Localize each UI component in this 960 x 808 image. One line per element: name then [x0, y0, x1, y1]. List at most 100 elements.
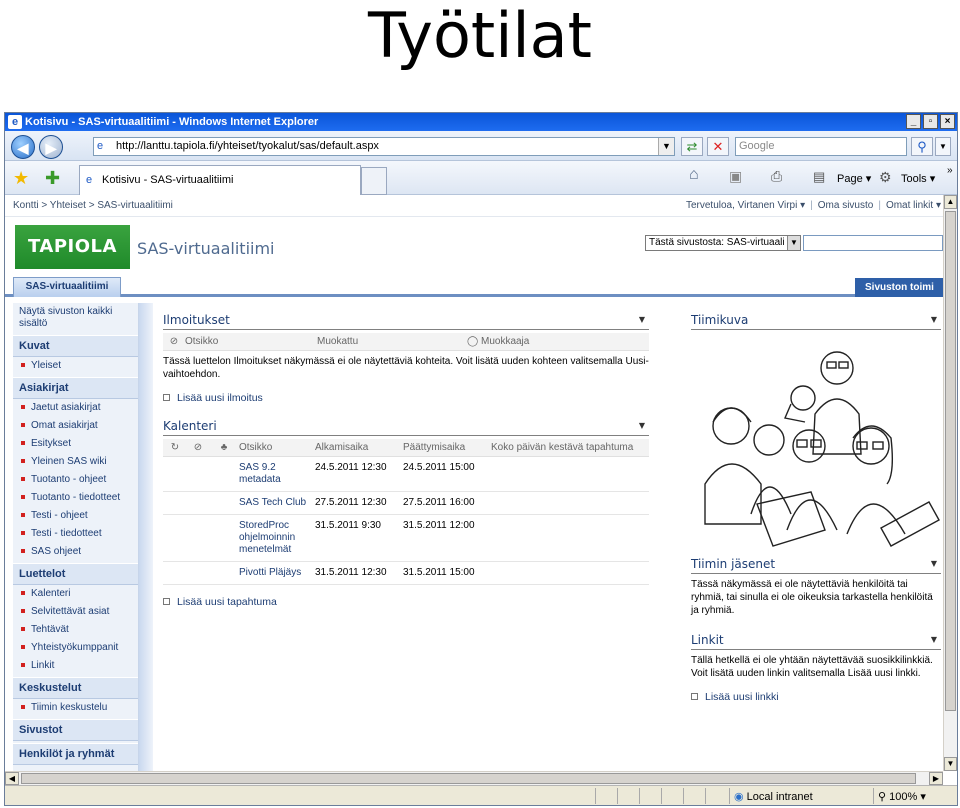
close-button[interactable]: × — [940, 114, 955, 129]
my-links-link[interactable]: Omat linkit — [886, 200, 933, 211]
col-otsikko[interactable]: Otsikko — [185, 333, 317, 350]
search-options-icon[interactable]: ▼ — [935, 137, 951, 156]
quicklaunch-item[interactable]: Esitykset — [13, 435, 138, 453]
tools-gear-icon[interactable]: ⚙ — [879, 169, 892, 185]
webpart-menu-icon[interactable]: ▼ — [931, 559, 937, 568]
scroll-up-icon[interactable]: ▲ — [944, 195, 957, 209]
event-title[interactable]: SAS 9.2 metadata — [239, 462, 315, 486]
back-button[interactable]: ◀ — [11, 135, 35, 159]
new-tab-button[interactable] — [361, 167, 387, 195]
tab-sas-virtuaalitiimi[interactable]: SAS-virtuaalitiimi — [13, 277, 121, 297]
site-title[interactable]: SAS-virtuaalitiimi — [137, 239, 275, 258]
quicklaunch-item[interactable]: Yhteistyökumppanit — [13, 639, 138, 657]
print-icon[interactable]: ⎙ — [771, 168, 782, 184]
calendar-row[interactable]: SAS 9.2 metadata 24.5.2011 12:30 24.5.2011… — [163, 457, 649, 492]
event-title[interactable]: Pivotti Pläjäys — [239, 567, 315, 579]
horizontal-scrollbar[interactable]: ◀ ▶ — [5, 771, 943, 785]
calendar-row[interactable]: Pivotti Pläjäys 31.5.2011 12:30 31.5.2011 … — [163, 562, 649, 585]
col-otsikko[interactable]: Otsikko — [239, 439, 315, 456]
quicklaunch-item[interactable]: Testi - ohjeet — [13, 507, 138, 525]
announcements-title[interactable]: Ilmoitukset ▼ — [163, 313, 649, 330]
webpart-menu-icon[interactable]: ▼ — [931, 315, 937, 324]
my-site-link[interactable]: Oma sivusto — [818, 200, 874, 211]
quicklaunch-item[interactable]: Jaetut asiakirjat — [13, 399, 138, 417]
quicklaunch-heading[interactable]: Kuvat — [13, 335, 138, 357]
security-zone[interactable]: ◉ Local intranet — [729, 788, 871, 804]
chevron-right-icon[interactable]: » — [947, 163, 953, 179]
search-icon[interactable]: ⚲ — [911, 137, 933, 156]
col-koko-paiva[interactable]: Koko päivän kestävä tapahtuma — [491, 439, 649, 456]
quicklaunch-heading[interactable]: Keskustelut — [13, 677, 138, 699]
members-title[interactable]: Tiimin jäsenet ▼ — [691, 557, 941, 574]
refresh-icon[interactable]: ⇄ — [681, 137, 703, 156]
add-link-link[interactable]: Lisää uusi linkki — [691, 690, 941, 704]
quicklaunch-heading[interactable]: Sivustot — [13, 719, 138, 741]
minimize-button[interactable]: _ — [906, 114, 921, 129]
tools-menu[interactable]: Tools ▾ — [901, 171, 935, 187]
calendar-title[interactable]: Kalenteri ▼ — [163, 419, 649, 436]
members-title-text: Tiimin jäsenet — [691, 557, 776, 571]
page-menu-icon[interactable]: ▤ — [813, 169, 825, 185]
browser-tab[interactable]: e Kotisivu - SAS-virtuaalitiimi — [79, 165, 361, 195]
quicklaunch-item-label: Yhteistyökumppanit — [31, 642, 119, 653]
zoom-control[interactable]: ⚲ 100% ▾ — [873, 788, 953, 804]
address-field[interactable]: e http://lanttu.tapiola.fi/yhteiset/tyok… — [93, 137, 675, 156]
favorites-star-icon[interactable]: ★ — [13, 169, 29, 187]
calendar-row[interactable]: StoredProc ohjelmoinnin menetelmät 31.5.2… — [163, 515, 649, 562]
col-alkamisaika[interactable]: Alkamisaika — [315, 439, 403, 456]
event-title[interactable]: SAS Tech Club — [239, 497, 315, 509]
vertical-scroll-thumb[interactable] — [945, 211, 956, 711]
quicklaunch-item[interactable]: Selvitettävät asiat — [13, 603, 138, 621]
scroll-right-icon[interactable]: ▶ — [929, 772, 943, 785]
col-paattymisaika[interactable]: Päättymisaika — [403, 439, 491, 456]
forward-button[interactable]: ▶ — [39, 135, 63, 159]
add-favorite-icon[interactable]: ✚ — [45, 169, 60, 187]
address-dropdown-icon[interactable]: ▼ — [658, 138, 674, 155]
quicklaunch-heading[interactable]: Luettelot — [13, 563, 138, 585]
horizontal-scroll-thumb[interactable] — [21, 773, 916, 784]
restore-button[interactable]: ▫ — [923, 114, 938, 129]
search-scope-select[interactable]: Tästä sivustosta: SAS-virtuaali ▼ — [645, 235, 801, 251]
add-announcement-link[interactable]: Lisää uusi ilmoitus — [163, 391, 649, 405]
scroll-down-icon[interactable]: ▼ — [944, 757, 957, 771]
quicklaunch-heading[interactable]: Asiakirjat — [13, 377, 138, 399]
quicklaunch-item[interactable]: Tuotanto - ohjeet — [13, 471, 138, 489]
tapiola-logo[interactable]: TAPIOLA — [15, 225, 130, 269]
quicklaunch-item[interactable]: Testi - tiedotteet — [13, 525, 138, 543]
webpart-menu-icon[interactable]: ▼ — [931, 635, 937, 644]
scope-dropdown-icon[interactable]: ▼ — [787, 236, 800, 250]
quicklaunch-item[interactable]: Tiimin keskustelu — [13, 699, 138, 717]
site-actions-menu[interactable]: Sivuston toimi — [855, 278, 943, 297]
quicklaunch-item[interactable]: Linkit — [13, 657, 138, 675]
col-muokkaaja[interactable]: ◯ Muokkaaja — [467, 333, 617, 350]
search-input[interactable]: Google — [735, 137, 907, 156]
quicklaunch-item[interactable]: SAS ohjeet — [13, 543, 138, 561]
col-muokattu[interactable]: Muokattu — [317, 333, 467, 350]
calendar-row[interactable]: SAS Tech Club 27.5.2011 12:30 27.5.2011 16… — [163, 492, 649, 515]
site-search-input[interactable] — [803, 235, 943, 251]
vertical-scrollbar[interactable]: ▲ ▼ — [943, 195, 957, 771]
quicklaunch-item[interactable]: Tuotanto - tiedotteet — [13, 489, 138, 507]
event-title[interactable]: StoredProc ohjelmoinnin menetelmät — [239, 520, 315, 556]
scroll-left-icon[interactable]: ◀ — [5, 772, 19, 785]
links-title[interactable]: Linkit ▼ — [691, 633, 941, 650]
team-image-title[interactable]: Tiimikuva ▼ — [691, 313, 941, 330]
stop-icon[interactable]: ✕ — [707, 137, 729, 156]
home-icon[interactable]: ⌂ — [689, 167, 699, 183]
quicklaunch-item-label: SAS ohjeet — [31, 546, 82, 557]
status-divider — [595, 788, 596, 804]
welcome-user[interactable]: Tervetuloa, Virtanen Virpi — [686, 200, 797, 211]
quicklaunch-item[interactable]: Yleinen SAS wiki — [13, 453, 138, 471]
quicklaunch-item[interactable]: Omat asiakirjat — [13, 417, 138, 435]
feeds-icon[interactable]: ▣ — [729, 168, 742, 184]
quicklaunch-item[interactable]: Kalenteri — [13, 585, 138, 603]
webpart-menu-icon[interactable]: ▼ — [639, 421, 645, 430]
breadcrumb[interactable]: Kontti > Yhteiset > SAS-virtuaalitiimi — [13, 195, 173, 217]
view-all-content-link[interactable]: Näytä sivuston kaikki sisältö — [13, 303, 138, 333]
quicklaunch-item[interactable]: Tehtävät — [13, 621, 138, 639]
quicklaunch-item[interactable]: Yleiset — [13, 357, 138, 375]
webpart-menu-icon[interactable]: ▼ — [639, 315, 645, 324]
page-menu[interactable]: Page ▾ — [837, 171, 871, 187]
add-event-link[interactable]: Lisää uusi tapahtuma — [163, 595, 649, 609]
quicklaunch-heading[interactable]: Henkilöt ja ryhmät — [13, 743, 138, 765]
